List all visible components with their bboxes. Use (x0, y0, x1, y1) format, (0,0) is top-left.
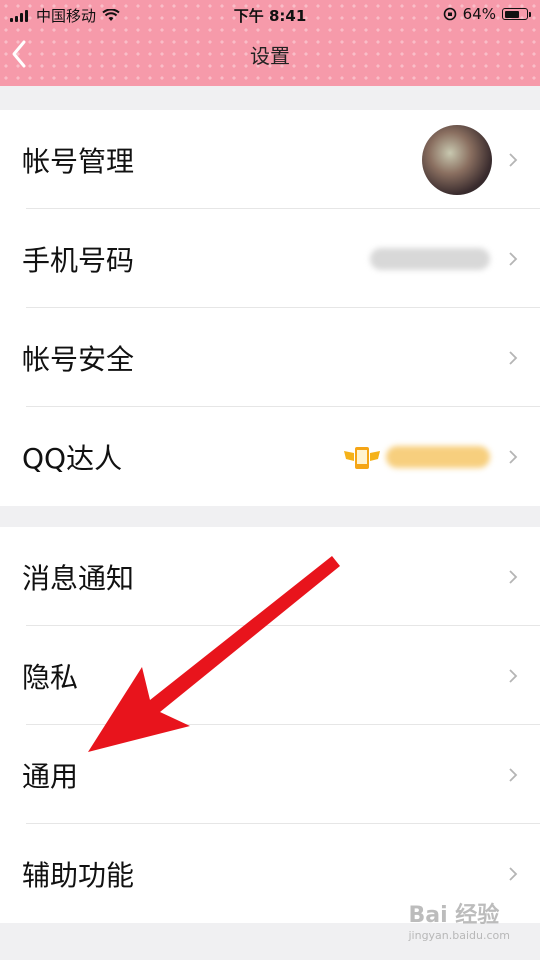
chevron-right-icon (509, 866, 518, 881)
row-label: QQ达人 (22, 441, 123, 475)
blurred-phone-value (370, 247, 490, 270)
row-general[interactable]: 通用 (0, 725, 540, 824)
avatar (422, 124, 492, 195)
status-bar: 中国移动 下午 8:41 64% (0, 0, 540, 30)
row-qq-daren[interactable]: QQ达人 (0, 407, 540, 506)
blurred-days-value (386, 445, 490, 468)
account-group: 帐号管理 手机号码 帐号安全 QQ达人 (0, 110, 540, 506)
battery-icon (502, 8, 531, 20)
chevron-right-icon (509, 569, 518, 584)
row-account-management[interactable]: 帐号管理 (0, 110, 540, 209)
chevron-right-icon (509, 152, 518, 167)
chevron-right-icon (509, 767, 518, 782)
row-account-security[interactable]: 帐号安全 (0, 308, 540, 407)
row-notifications[interactable]: 消息通知 (0, 527, 540, 626)
chevron-right-icon (509, 251, 518, 266)
row-label: 帐号管理 (22, 144, 135, 178)
row-phone-number[interactable]: 手机号码 (0, 209, 540, 308)
row-label: 消息通知 (22, 561, 135, 595)
row-label: 手机号码 (22, 243, 135, 277)
watermark-sub: jingyan.baidu.com (408, 929, 510, 942)
chevron-right-icon (509, 668, 518, 683)
watermark-text: Bai 经验 (408, 903, 500, 928)
watermark: Bai 经验 jingyan.baidu.com (408, 897, 510, 942)
winged-phone-icon (344, 446, 380, 469)
battery-percent: 64% (462, 5, 496, 23)
chevron-right-icon (509, 350, 518, 365)
rotation-lock-icon (443, 7, 456, 21)
row-privacy[interactable]: 隐私 (0, 626, 540, 725)
row-label: 帐号安全 (22, 342, 135, 376)
row-label: 辅助功能 (22, 858, 135, 892)
chevron-right-icon (509, 449, 518, 464)
row-label: 通用 (22, 759, 79, 793)
general-group: 消息通知 隐私 通用 辅助功能 (0, 527, 540, 923)
row-label: 隐私 (22, 660, 79, 694)
header: 中国移动 下午 8:41 64% 设置 (0, 0, 540, 86)
page-title: 设置 (250, 44, 290, 68)
